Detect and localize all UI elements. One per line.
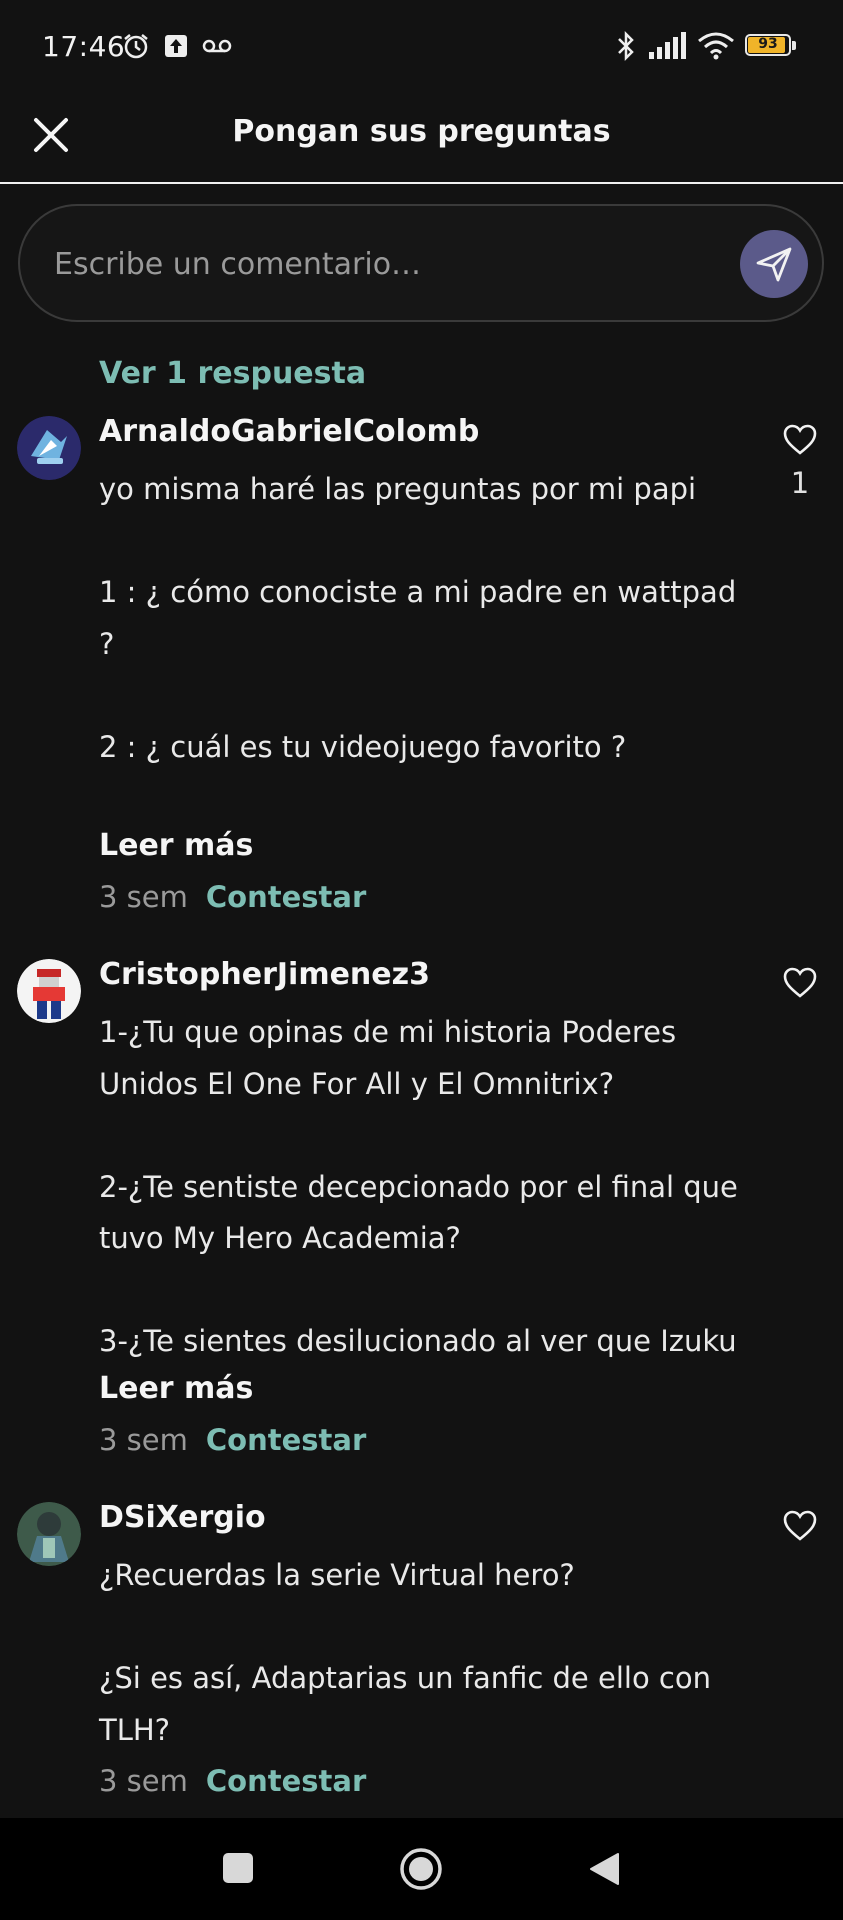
status-bar: 17:46 93 bbox=[0, 0, 843, 100]
comment-username[interactable]: ArnaldoGabrielColomb bbox=[99, 414, 479, 449]
send-icon bbox=[756, 247, 792, 282]
heart-icon bbox=[783, 424, 817, 455]
comment-text: yo misma haré las preguntas por mi papi … bbox=[99, 472, 737, 764]
reply-button[interactable]: Contestar bbox=[206, 1764, 366, 1798]
bluetooth-icon bbox=[618, 30, 634, 62]
page-title: Pongan sus preguntas bbox=[232, 114, 611, 149]
avatar[interactable] bbox=[17, 959, 81, 1023]
comment-meta: 3 sem Contestar bbox=[99, 880, 366, 914]
home-button[interactable] bbox=[399, 1847, 443, 1891]
back-button[interactable] bbox=[588, 1852, 620, 1886]
status-time: 17:46 bbox=[42, 30, 126, 63]
reply-button[interactable]: Contestar bbox=[206, 880, 366, 914]
home-circle-icon bbox=[400, 1848, 442, 1890]
comment-time: 3 sem bbox=[99, 880, 188, 914]
view-replies-link[interactable]: Ver 1 respuesta bbox=[99, 356, 366, 391]
status-icons-left bbox=[122, 32, 232, 60]
back-triangle-icon bbox=[590, 1853, 619, 1885]
comment-text: ¿Recuerdas la serie Virtual hero? ¿Si es… bbox=[99, 1558, 711, 1747]
battery-level: 93 bbox=[758, 36, 778, 52]
comment-username[interactable]: DSiXergio bbox=[99, 1500, 266, 1535]
square-icon bbox=[223, 1853, 253, 1883]
read-more-link[interactable]: Leer más bbox=[99, 1371, 253, 1406]
like-button[interactable] bbox=[782, 965, 818, 1001]
like-count: 1 bbox=[790, 466, 810, 500]
reply-button[interactable]: Contestar bbox=[206, 1423, 366, 1457]
status-icons-right: 93 bbox=[615, 30, 797, 62]
comment-meta: 3 sem Contestar bbox=[99, 1423, 366, 1457]
avatar[interactable] bbox=[17, 416, 81, 480]
read-more-link[interactable]: Leer más bbox=[99, 828, 253, 863]
voicemail-icon bbox=[202, 39, 232, 53]
comment-input[interactable] bbox=[52, 234, 716, 294]
comment-time: 3 sem bbox=[99, 1423, 188, 1457]
like-button[interactable] bbox=[782, 1508, 818, 1544]
signal-icon bbox=[649, 32, 686, 59]
upload-icon bbox=[165, 35, 187, 57]
like-button[interactable] bbox=[782, 422, 818, 458]
heart-icon bbox=[783, 967, 817, 998]
system-nav-bar bbox=[0, 1818, 843, 1920]
comment-time: 3 sem bbox=[99, 1764, 188, 1798]
comment-text: 1-¿Tu que opinas de mi historia Poderes … bbox=[99, 1015, 738, 1358]
alarm-icon bbox=[124, 34, 148, 59]
recents-button[interactable] bbox=[222, 1852, 254, 1884]
battery-icon: 93 bbox=[745, 34, 797, 58]
heart-icon bbox=[783, 1510, 817, 1541]
comment-meta: 3 sem Contestar bbox=[99, 1764, 366, 1798]
header: Pongan sus preguntas bbox=[0, 100, 843, 184]
comment-composer bbox=[18, 204, 824, 322]
avatar[interactable] bbox=[17, 1502, 81, 1566]
wifi-icon bbox=[698, 32, 734, 60]
send-button[interactable] bbox=[740, 230, 808, 298]
comment-username[interactable]: CristopherJimenez3 bbox=[99, 957, 430, 992]
